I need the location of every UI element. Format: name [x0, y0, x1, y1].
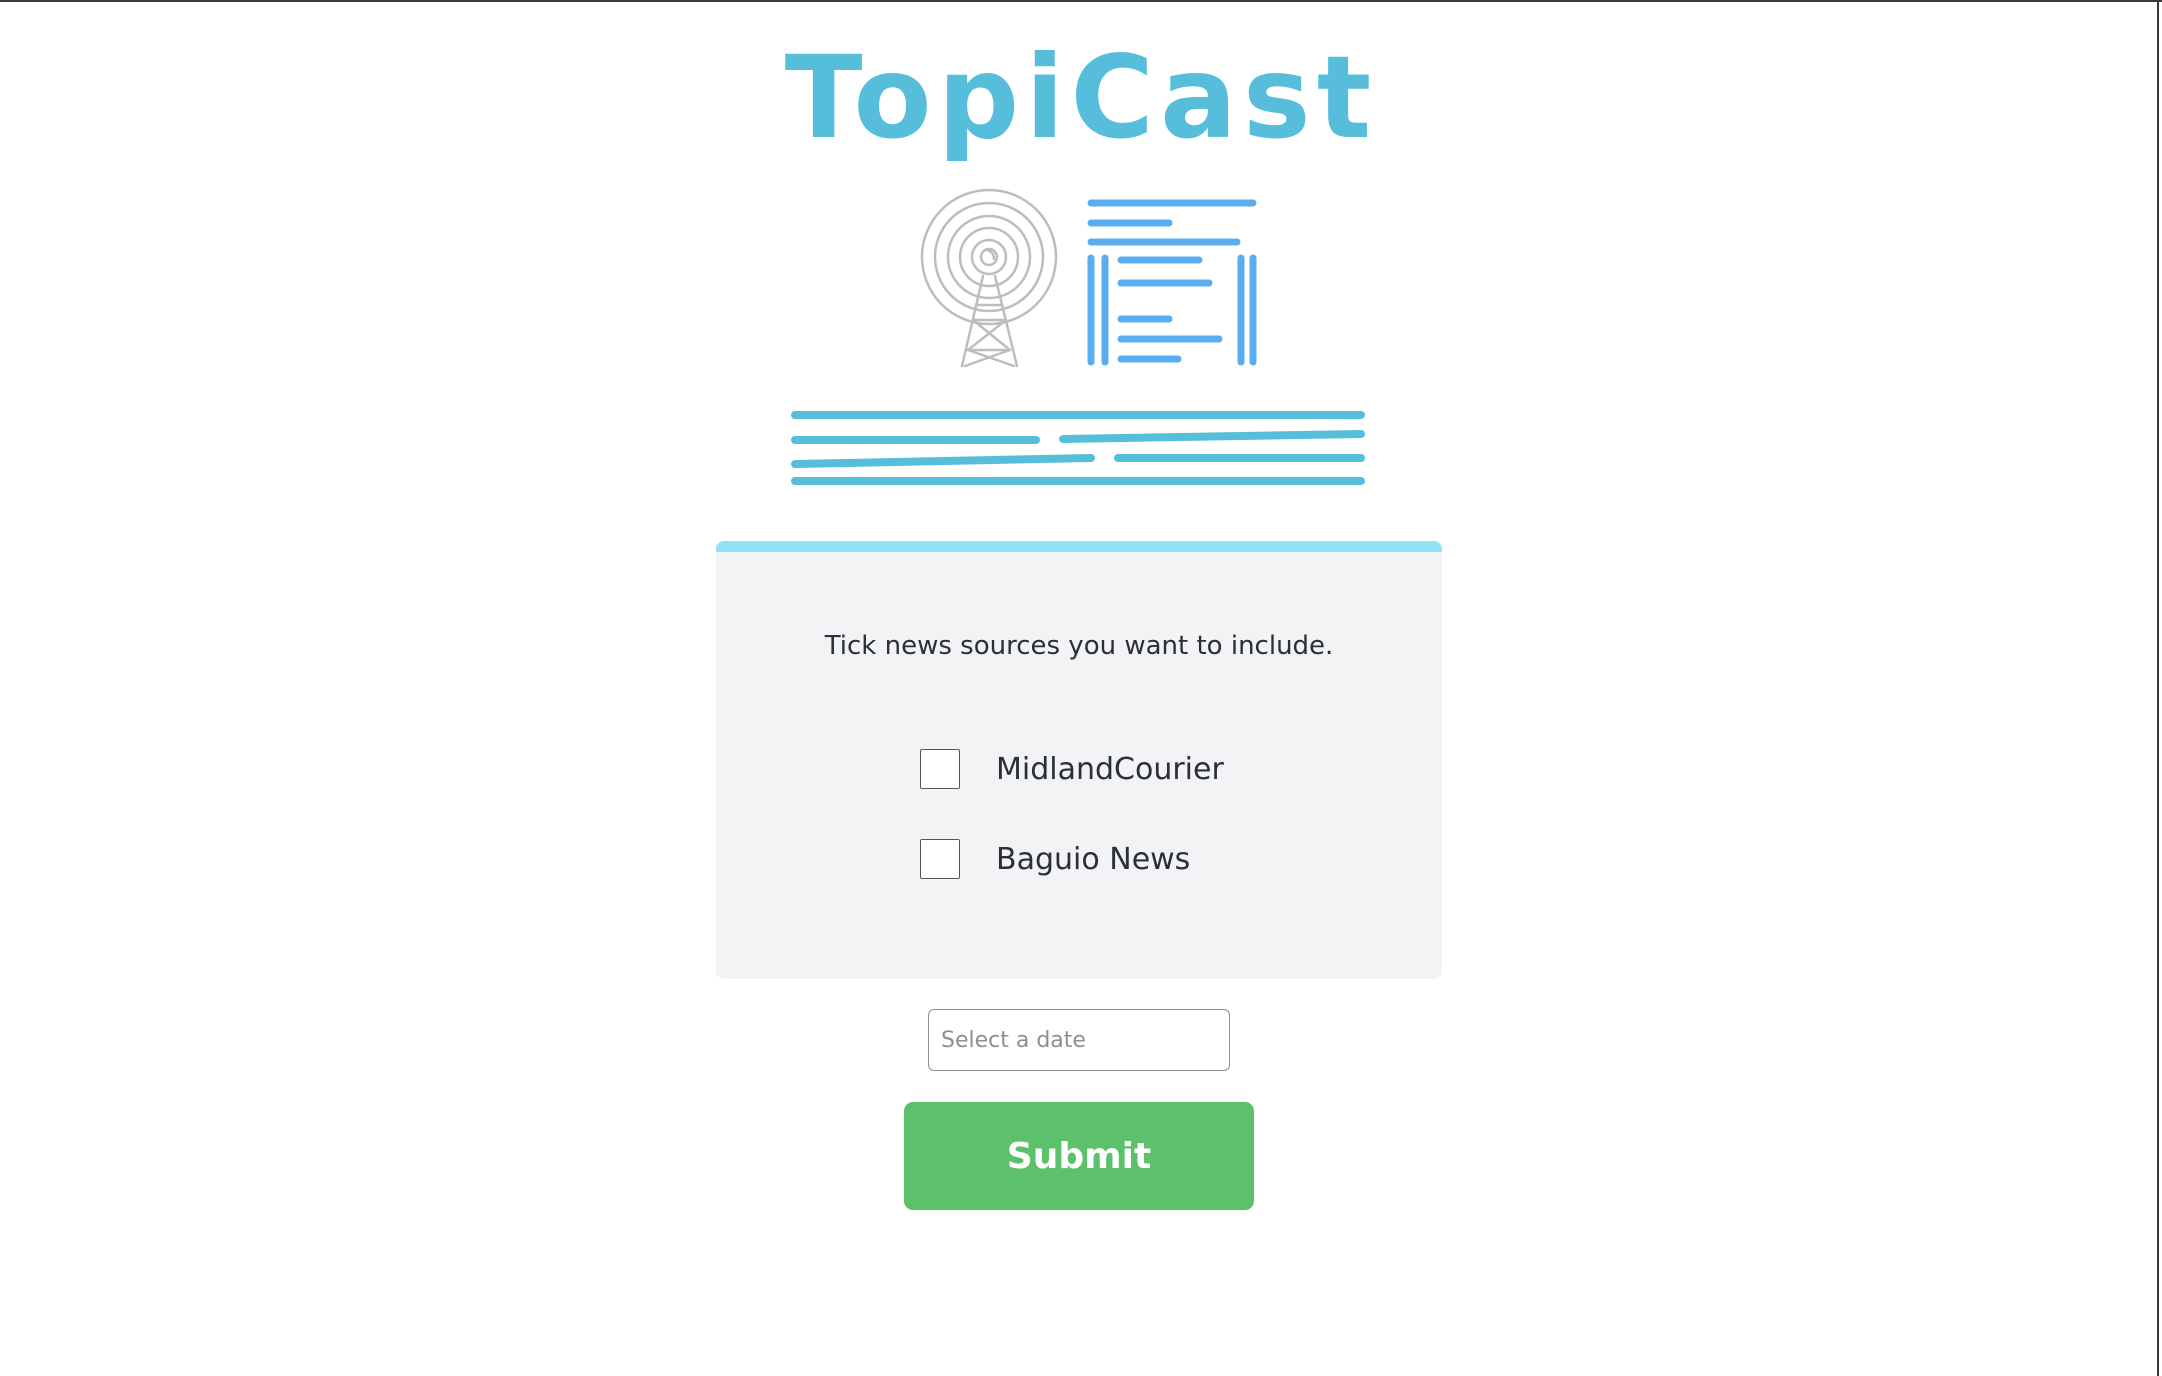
broadcast-tower-icon [920, 188, 1058, 368]
card-accent-bar [716, 541, 1442, 552]
source-label: MidlandCourier [996, 751, 1224, 787]
app-title: TopiCast [784, 31, 1378, 164]
date-input[interactable] [928, 1009, 1230, 1071]
logo-graphic [791, 188, 1365, 485]
source-label: Baguio News [996, 841, 1191, 877]
source-option-baguio-news[interactable]: Baguio News [920, 837, 1190, 881]
submit-button[interactable]: Submit [904, 1102, 1254, 1210]
source-checkbox-baguio-news[interactable] [920, 839, 960, 879]
sources-card: Tick news sources you want to include. M… [716, 541, 1442, 979]
source-checkbox-midlandcourier[interactable] [920, 749, 960, 789]
newspaper-icon [1087, 199, 1257, 366]
wave-lines [791, 411, 1365, 485]
sources-prompt: Tick news sources you want to include. [824, 631, 1334, 661]
source-option-midlandcourier[interactable]: MidlandCourier [920, 747, 1224, 791]
window-edge [2157, 0, 2159, 1376]
